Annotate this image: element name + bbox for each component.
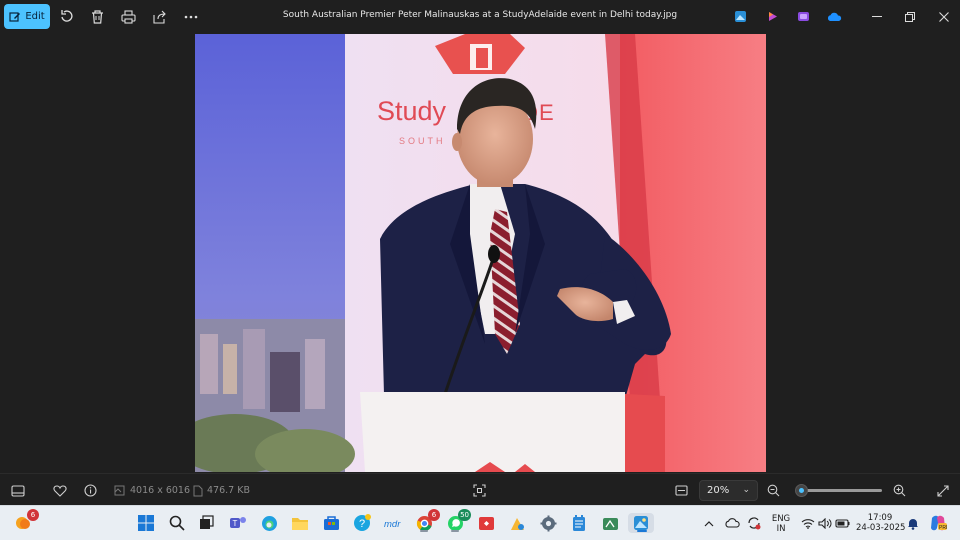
zoom-slider-thumb[interactable] <box>794 484 808 497</box>
minimize-icon[interactable] <box>868 8 885 25</box>
event-photo: Study IDE SOUTH A <box>195 34 766 472</box>
clipchamp-icon[interactable] <box>764 8 781 25</box>
language-region: IN <box>776 524 786 534</box>
get-help-icon[interactable]: ? <box>352 513 372 533</box>
language-code: ENG <box>771 514 791 524</box>
dimensions-icon <box>112 483 127 498</box>
onedrive-icon[interactable] <box>826 8 843 25</box>
rotate-icon[interactable] <box>58 8 75 25</box>
chrome-icon[interactable]: 6 <box>414 509 440 533</box>
file-size: 476.7 KB <box>207 485 250 496</box>
zoom-slider[interactable] <box>796 489 882 492</box>
fullscreen-icon[interactable] <box>935 483 950 498</box>
mdr-app-icon[interactable]: mdr <box>383 513 403 533</box>
notepad-icon[interactable] <box>569 513 589 533</box>
onedrive-tray-icon[interactable] <box>722 513 742 533</box>
running-indicator <box>420 530 428 532</box>
more-icon[interactable] <box>182 8 199 25</box>
photos-app-window: Edit South Australian Premier Peter Mali… <box>0 0 960 505</box>
language-indicator[interactable]: ENG IN <box>769 514 793 534</box>
chevron-down-icon: ⌄ <box>742 485 750 495</box>
edit-icon <box>9 11 21 22</box>
paint-icon[interactable] <box>507 513 527 533</box>
zoom-value: 20% <box>707 485 730 496</box>
favorite-heart-icon[interactable] <box>52 483 67 498</box>
search-icon[interactable] <box>167 513 187 533</box>
teams-icon[interactable]: T <box>228 513 248 533</box>
edit-button[interactable]: Edit <box>4 4 50 29</box>
running-indicator <box>451 530 459 532</box>
fit-to-screen-icon[interactable] <box>472 483 487 498</box>
chrome-badge: 6 <box>428 509 440 521</box>
sync-tray-icon[interactable] <box>744 513 764 533</box>
store-icon[interactable] <box>321 513 341 533</box>
photos-taskbar-icon[interactable] <box>628 513 654 533</box>
file-explorer-icon[interactable] <box>290 513 310 533</box>
video-editor-icon[interactable] <box>795 8 812 25</box>
photo-viewer-image[interactable]: Study IDE SOUTH A <box>195 34 766 472</box>
zoom-in-icon[interactable] <box>892 483 907 498</box>
restore-icon[interactable] <box>901 8 918 25</box>
copilot-icon[interactable]: PRE <box>928 513 948 533</box>
share-icon[interactable] <box>151 8 168 25</box>
weather-badge: 6 <box>27 509 39 521</box>
svg-text:SOUTH: SOUTH <box>399 136 446 146</box>
info-icon[interactable] <box>83 483 98 498</box>
svg-text:PRE: PRE <box>939 525 947 531</box>
clock[interactable]: 17:09 24-03-2025 <box>856 513 906 533</box>
whatsapp-icon[interactable]: 50 <box>445 509 471 533</box>
status-bar: 4016 x 6016 476.7 KB 20% ⌄ <box>0 473 960 505</box>
notification-bell-icon[interactable] <box>903 513 923 533</box>
svg-text:mdr: mdr <box>384 519 401 530</box>
edit-label: Edit <box>25 11 45 22</box>
weather-widget-icon[interactable]: 6 <box>13 509 39 533</box>
snipping-tool-icon[interactable] <box>600 513 620 533</box>
task-view-icon[interactable] <box>197 513 217 533</box>
actual-size-icon[interactable] <box>674 483 689 498</box>
window-title: South Australian Premier Peter Malinausk… <box>282 10 678 20</box>
photos-app-icon[interactable] <box>732 8 749 25</box>
banner-logo-text: Study <box>377 96 447 126</box>
image-dimensions: 4016 x 6016 <box>130 485 191 496</box>
file-size-icon <box>190 483 205 498</box>
start-menu-icon[interactable] <box>136 513 156 533</box>
svg-text:?: ? <box>359 518 365 530</box>
settings-icon[interactable] <box>538 513 558 533</box>
edge-icon[interactable] <box>259 513 279 533</box>
battery-icon[interactable] <box>832 513 852 533</box>
active-indicator <box>637 530 647 532</box>
close-icon[interactable] <box>935 8 952 25</box>
clock-time: 17:09 <box>867 513 893 523</box>
filmstrip-icon[interactable] <box>10 483 25 498</box>
show-hidden-icons-chevron-up-icon[interactable] <box>699 513 719 533</box>
whatsapp-badge: 50 <box>458 509 471 521</box>
zoom-dropdown[interactable]: 20% ⌄ <box>699 480 758 501</box>
anydesk-icon[interactable] <box>476 513 496 533</box>
print-icon[interactable] <box>120 8 137 25</box>
trash-icon[interactable] <box>89 8 106 25</box>
windows-taskbar: 6 T ? mdr 6 50 ENG IN 17:09 24-03-2025 P… <box>0 505 960 540</box>
top-toolbar: Edit South Australian Premier Peter Mali… <box>0 0 960 33</box>
clock-date: 24-03-2025 <box>856 523 906 533</box>
zoom-out-icon[interactable] <box>766 483 781 498</box>
svg-text:T: T <box>233 519 238 528</box>
